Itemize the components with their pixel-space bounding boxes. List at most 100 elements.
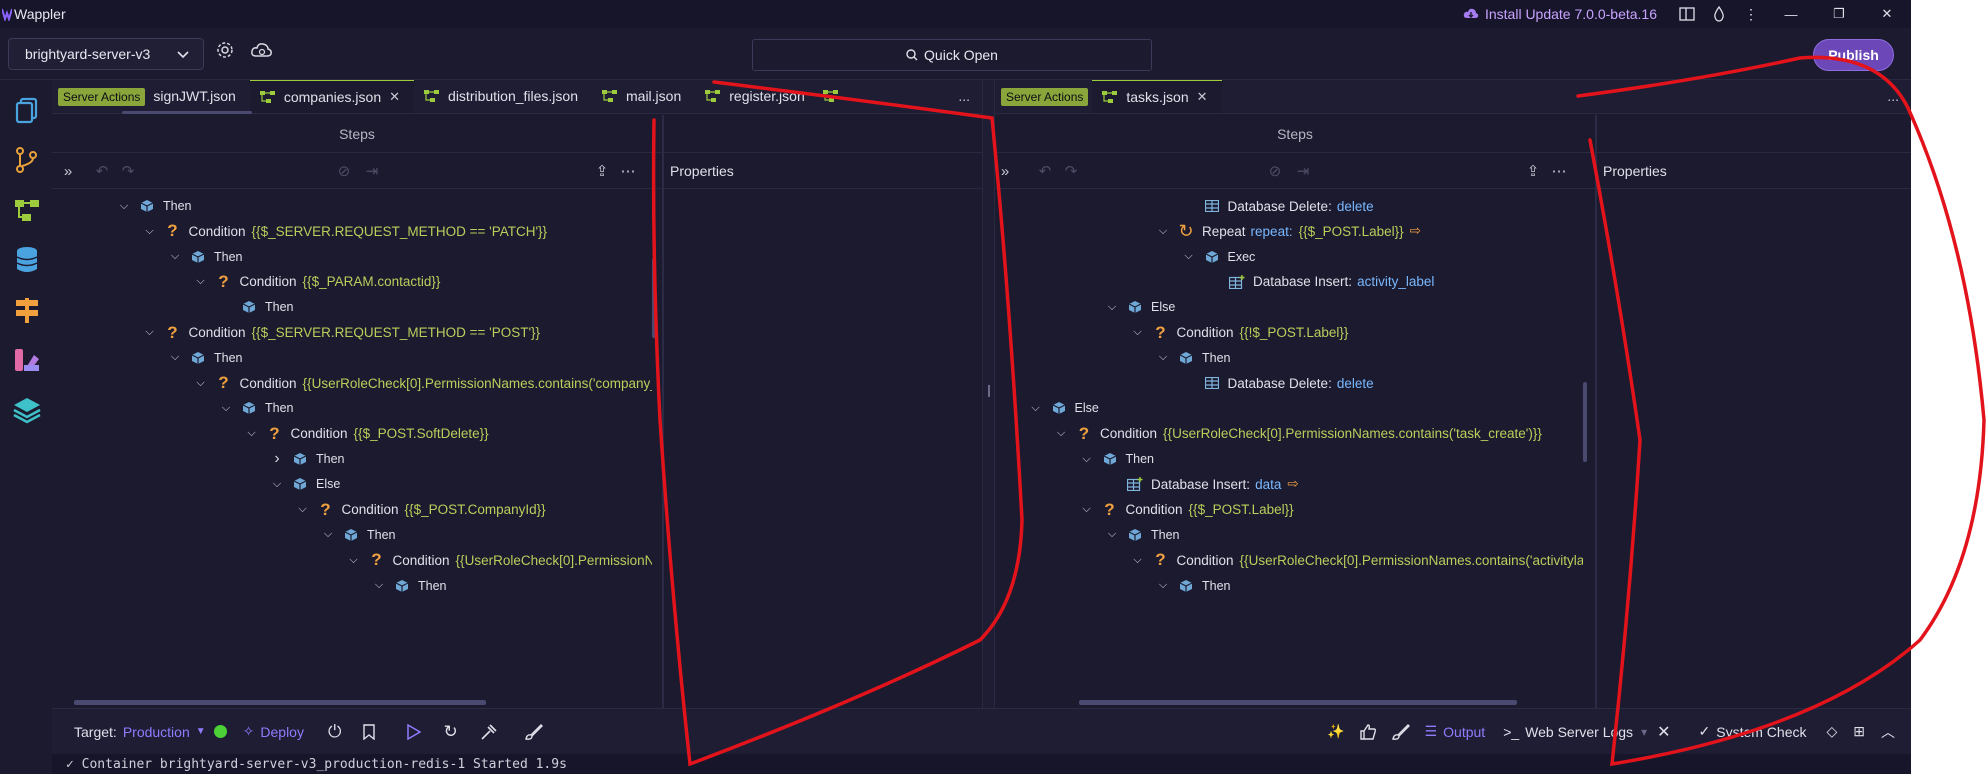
git-branch-icon[interactable] <box>12 145 42 175</box>
refresh-icon[interactable]: ↻ <box>443 722 457 742</box>
tab-distribution-files[interactable]: distribution_files.json <box>414 80 592 113</box>
tab-overflow[interactable] <box>819 80 843 113</box>
redo-icon[interactable]: ↷ <box>1061 161 1081 181</box>
power-icon[interactable]: ⏻ <box>328 722 341 742</box>
tabs-more-button[interactable]: ... <box>946 80 982 113</box>
step-row[interactable]: ⌵ Then <box>1156 576 1231 596</box>
chevron-down-icon[interactable]: ⌵ <box>1131 554 1145 567</box>
tab-scrollbar[interactable] <box>122 111 252 114</box>
steps-horizontal-scrollbar[interactable] <box>1079 700 1517 705</box>
close-tab-icon[interactable]: ✕ <box>1197 89 1208 105</box>
publish-button[interactable]: Publish <box>1813 39 1894 71</box>
layers-icon[interactable] <box>12 395 42 425</box>
pane-splitter[interactable] <box>1595 115 1597 709</box>
step-row[interactable]: ⌵? Condition {{UserRoleCheck[0].Permission… <box>347 550 652 570</box>
theme-drop-icon[interactable] <box>1703 0 1735 28</box>
step-row[interactable]: ⌵? Condition {{UserRoleCheck[0].Permission… <box>194 373 652 393</box>
minimize-button[interactable]: — <box>1767 0 1815 28</box>
bookmark-icon[interactable] <box>363 723 376 740</box>
step-row[interactable]: ⌵ Then <box>372 576 447 596</box>
close-button[interactable]: ✕ <box>1863 0 1911 28</box>
step-row[interactable]: ⌵ Then <box>1105 525 1180 545</box>
tab-mail[interactable]: mail.json <box>592 80 695 113</box>
chevron-down-icon[interactable]: ⌵ <box>168 351 182 364</box>
disable-step-icon[interactable]: ⊘ <box>334 161 354 181</box>
editor-group-splitter[interactable] <box>982 80 995 708</box>
chevron-down-icon[interactable]: ⌵ <box>194 275 208 288</box>
step-row[interactable]: ⌵ Then <box>168 348 243 368</box>
close-tab-icon[interactable]: ✕ <box>389 89 400 105</box>
steps-more-icon[interactable]: ⋯ <box>618 161 638 181</box>
project-settings-gear-icon[interactable] <box>213 38 237 62</box>
system-check-button[interactable]: ✓ System Check <box>1699 723 1807 740</box>
layout-toggle-icon[interactable] <box>1671 0 1703 28</box>
expand-all-icon[interactable]: » <box>995 161 1015 181</box>
step-row[interactable]: ⌵? Condition {{$_POST.Label}} <box>1080 500 1293 520</box>
tab-signjwt[interactable]: signJWT.json <box>149 80 249 113</box>
tab-tasks[interactable]: tasks.json ✕ <box>1092 80 1222 113</box>
move-step-icon[interactable]: ⇥ <box>362 161 382 181</box>
steps-vertical-scrollbar[interactable] <box>652 258 656 338</box>
step-row[interactable]: ⌵? Condition {{$_PARAM.contactid}} <box>194 272 440 292</box>
brush-icon[interactable] <box>524 723 544 741</box>
step-row[interactable]: ⌵? Condition {{$_SERVER.REQUEST_METHOD == … <box>143 323 540 343</box>
chevron-down-icon[interactable]: ⌵ <box>1156 225 1170 238</box>
step-row[interactable]: ⌵ Then <box>1156 348 1231 368</box>
step-row[interactable]: Database Delete: delete <box>1182 196 1374 216</box>
split-panel-icon[interactable]: ⊞ <box>1853 723 1865 740</box>
tab-companies[interactable]: companies.json ✕ <box>249 80 415 113</box>
step-row[interactable]: ⌵ Else <box>1105 297 1176 317</box>
step-row[interactable]: ⌵? Condition {{$_POST.SoftDelete}} <box>245 424 488 444</box>
chevron-down-icon[interactable]: ⌵ <box>1080 503 1094 516</box>
pane-splitter[interactable] <box>662 115 664 709</box>
pages-icon[interactable] <box>12 95 42 125</box>
logs-dropdown-icon[interactable]: ▾ <box>1641 725 1647 739</box>
steps-horizontal-scrollbar[interactable] <box>74 700 486 705</box>
build-hammer-icon[interactable] <box>480 723 498 741</box>
step-row[interactable]: ⌵ Else <box>1029 398 1099 418</box>
design-assets-icon[interactable] <box>12 345 42 375</box>
step-row[interactable]: Database Delete: delete <box>1182 373 1374 393</box>
ai-sparkle-icon[interactable]: ✨ <box>1327 723 1344 740</box>
more-menu-icon[interactable]: ⋮ <box>1735 0 1767 28</box>
chevron-down-icon[interactable]: ⌵ <box>219 402 233 415</box>
chevron-down-icon[interactable]: ⌵ <box>1156 351 1170 364</box>
chevron-down-icon[interactable]: ⌵ <box>1080 453 1094 466</box>
share-export-icon[interactable]: ⇪ <box>592 161 612 181</box>
target-selector[interactable]: Target: Production ▼ <box>74 724 227 740</box>
chevron-down-icon[interactable]: ⌵ <box>168 250 182 263</box>
chevron-down-icon[interactable]: ⌵ <box>1029 402 1043 415</box>
step-row[interactable]: ⌵ Exec <box>1182 247 1255 267</box>
server-workflows-icon[interactable] <box>12 195 42 225</box>
step-row[interactable]: ⌵ Then <box>168 247 243 267</box>
move-step-icon[interactable]: ⇥ <box>1293 161 1313 181</box>
eraser-icon[interactable]: ◇ <box>1826 723 1837 740</box>
chevron-down-icon[interactable]: ⌵ <box>143 225 157 238</box>
chevron-down-icon[interactable]: ⌵ <box>296 503 310 516</box>
chevron-down-icon[interactable]: ⌵ <box>143 326 157 339</box>
undo-icon[interactable]: ↶ <box>1035 161 1055 181</box>
steps-more-icon[interactable]: ⋯ <box>1549 161 1569 181</box>
chevron-down-icon[interactable]: ⌵ <box>321 528 335 541</box>
step-row[interactable]: Database Insert: activity_label <box>1207 272 1434 292</box>
install-update-button[interactable]: Install Update 7.0.0-beta.16 <box>1463 6 1657 22</box>
brush-icon[interactable] <box>1391 723 1411 741</box>
output-tab[interactable]: ☰ Output <box>1425 723 1486 740</box>
quick-open-button[interactable]: Quick Open <box>752 39 1152 71</box>
step-row[interactable]: › Then <box>270 449 344 469</box>
chevron-right-icon[interactable]: › <box>270 450 284 468</box>
chevron-down-icon[interactable]: ⌵ <box>347 554 361 567</box>
step-row[interactable]: Then <box>219 297 294 317</box>
database-icon[interactable] <box>12 245 42 275</box>
step-row[interactable]: ⌵? Condition {{$_SERVER.REQUEST_METHOD == … <box>143 221 547 241</box>
step-row[interactable]: ⌵? Condition {{!$_POST.Label}} <box>1131 323 1348 343</box>
expand-all-icon[interactable]: » <box>58 161 78 181</box>
run-play-icon[interactable] <box>407 723 422 740</box>
chevron-down-icon[interactable]: ⌵ <box>270 478 284 491</box>
tabs-more-button[interactable]: ... <box>1875 80 1911 113</box>
chevron-down-icon[interactable]: ⌵ <box>1182 250 1196 263</box>
step-row[interactable]: ⌵ Then <box>1080 449 1154 469</box>
chevron-down-icon[interactable]: ⌵ <box>372 579 386 592</box>
undo-icon[interactable]: ↶ <box>92 161 112 181</box>
deploy-button[interactable]: ✧ Deploy <box>243 723 304 740</box>
